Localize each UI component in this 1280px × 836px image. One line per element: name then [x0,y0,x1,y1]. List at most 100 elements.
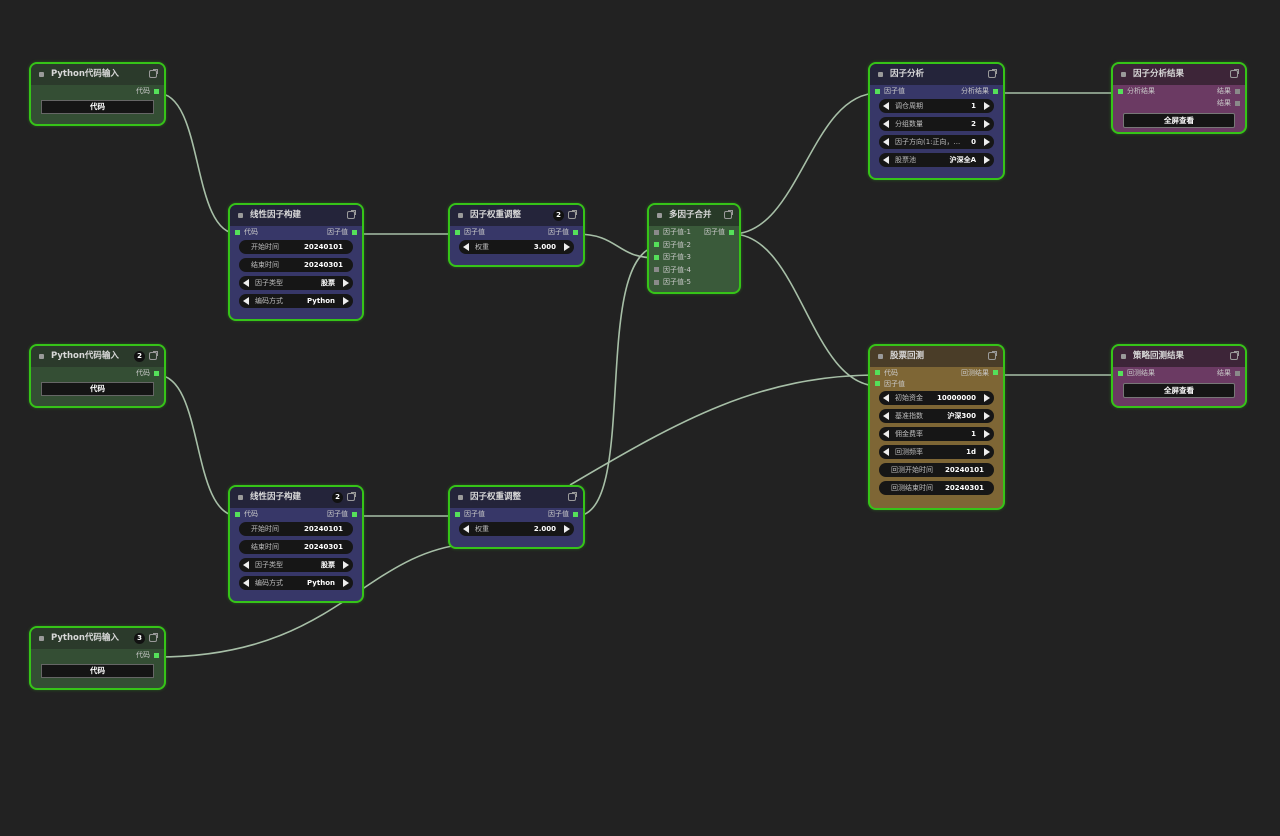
drag-handle-icon[interactable] [39,72,44,77]
node-python-input-1[interactable]: Python代码输入 代码 代码 [29,62,166,126]
arrow-left-icon[interactable] [883,120,889,128]
node-python-input-3[interactable]: Python代码输入 3 代码 代码 [29,626,166,690]
node-header[interactable]: 因子分析 [870,64,1003,85]
output-port[interactable] [154,652,159,658]
rebalance-period-stepper[interactable]: 调仓周期 1 [879,99,994,113]
drag-handle-icon[interactable] [1121,354,1126,359]
input-port[interactable] [654,267,659,272]
arrow-left-icon[interactable] [883,430,889,438]
node-header[interactable]: 多因子合并 [649,205,739,226]
input-port[interactable] [654,242,659,247]
input-port[interactable] [235,229,240,235]
output-port[interactable] [573,511,578,517]
code-button[interactable]: 代码 [41,664,154,678]
arrow-right-icon[interactable] [984,156,990,164]
node-linear-factor-1[interactable]: 线性因子构建 代码 因子值 开始时间 20240101 结束时间 20240301 因… [228,203,364,321]
backtest-end-field[interactable]: 回测结束时间 20240301 [879,481,994,495]
code-button[interactable]: 代码 [41,382,154,396]
input-port[interactable] [235,511,240,517]
weight-stepper[interactable]: 权重 2.000 [459,522,574,536]
input-port[interactable] [455,511,460,517]
node-factor-analysis[interactable]: 因子分析 因子值 分析结果 调仓周期 1 分组数量 2 因子方向(1:正向，... 0 … [868,62,1005,180]
arrow-right-icon[interactable] [984,394,990,402]
drag-handle-icon[interactable] [238,213,243,218]
output-port[interactable] [573,229,578,235]
weight-stepper[interactable]: 权重 3.000 [459,240,574,254]
arrow-right-icon[interactable] [564,243,570,251]
output-port[interactable] [1235,100,1240,106]
edit-icon[interactable] [149,633,158,642]
arrow-right-icon[interactable] [564,525,570,533]
input-port[interactable] [654,279,659,285]
node-multi-factor-merge[interactable]: 多因子合并 因子值-1 因子值 因子值-2 因子值-3 因子值-4 因子值-5 [647,203,741,294]
arrow-right-icon[interactable] [343,561,349,569]
arrow-right-icon[interactable] [984,430,990,438]
factor-direction-stepper[interactable]: 因子方向(1:正向，... 0 [879,135,994,149]
edit-icon[interactable] [347,210,356,219]
stock-pool-select[interactable]: 股票池 沪深全A [879,153,994,167]
node-header[interactable]: 线性因子构建 2 [230,487,362,508]
node-header[interactable]: 股票回测 [870,346,1003,367]
arrow-left-icon[interactable] [883,102,889,110]
factor-type-select[interactable]: 因子类型 股票 [239,558,353,572]
edit-icon[interactable] [149,69,158,78]
commission-stepper[interactable]: 佣金费率 1 [879,427,994,441]
node-header[interactable]: 因子权重调整 2 [450,205,583,226]
output-port[interactable] [729,229,734,235]
node-header[interactable]: 因子分析结果 [1113,64,1245,85]
input-port[interactable] [875,88,880,94]
edit-icon[interactable] [724,210,733,219]
start-time-field[interactable]: 开始时间 20240101 [239,240,353,254]
arrow-left-icon[interactable] [883,412,889,420]
edit-icon[interactable] [988,351,997,360]
node-header[interactable]: 线性因子构建 [230,205,362,226]
node-stock-backtest[interactable]: 股票回测 代码 回测结果 因子值 初始资金 10000000 基准指数 沪深300 佣… [868,344,1005,510]
code-button[interactable]: 代码 [41,100,154,114]
output-port[interactable] [1235,370,1240,376]
drag-handle-icon[interactable] [878,72,883,77]
edit-icon[interactable] [1230,351,1239,360]
drag-handle-icon[interactable] [39,636,44,641]
arrow-left-icon[interactable] [243,279,249,287]
drag-handle-icon[interactable] [238,495,243,500]
arrow-left-icon[interactable] [463,525,469,533]
arrow-left-icon[interactable] [243,579,249,587]
output-port[interactable] [352,229,357,235]
group-count-stepper[interactable]: 分组数量 2 [879,117,994,131]
arrow-right-icon[interactable] [984,138,990,146]
node-header[interactable]: 策略回测结果 [1113,346,1245,367]
node-factor-analysis-result[interactable]: 因子分析结果 分析结果 结果 结果 全屏查看 [1111,62,1247,134]
initial-capital-stepper[interactable]: 初始资金 10000000 [879,391,994,405]
input-port[interactable] [654,229,659,235]
node-header[interactable]: 因子权重调整 [450,487,583,508]
edit-icon[interactable] [347,492,356,501]
node-linear-factor-2[interactable]: 线性因子构建 2 代码 因子值 开始时间 20240101 结束时间 20240301 … [228,485,364,603]
arrow-left-icon[interactable] [243,297,249,305]
arrow-right-icon[interactable] [343,279,349,287]
arrow-right-icon[interactable] [984,412,990,420]
fullscreen-view-button[interactable]: 全屏查看 [1123,113,1235,128]
arrow-right-icon[interactable] [984,120,990,128]
arrow-right-icon[interactable] [343,579,349,587]
drag-handle-icon[interactable] [657,213,662,218]
output-port[interactable] [993,370,998,375]
output-port[interactable] [1235,88,1240,94]
arrow-left-icon[interactable] [463,243,469,251]
arrow-right-icon[interactable] [984,448,990,456]
fullscreen-view-button[interactable]: 全屏查看 [1123,383,1235,398]
input-port[interactable] [875,370,880,375]
input-port[interactable] [875,381,880,386]
encoding-select[interactable]: 编码方式 Python [239,294,353,308]
output-port[interactable] [993,88,998,94]
edit-icon[interactable] [149,351,158,360]
node-strategy-backtest-result[interactable]: 策略回测结果 回测结果 结果 全屏查看 [1111,344,1247,408]
node-python-input-2[interactable]: Python代码输入 2 代码 代码 [29,344,166,408]
input-port[interactable] [455,229,460,235]
end-time-field[interactable]: 结束时间 20240301 [239,540,353,554]
output-port[interactable] [154,370,159,376]
arrow-left-icon[interactable] [883,138,889,146]
drag-handle-icon[interactable] [878,354,883,359]
arrow-right-icon[interactable] [343,297,349,305]
arrow-left-icon[interactable] [883,448,889,456]
edit-icon[interactable] [568,210,577,219]
